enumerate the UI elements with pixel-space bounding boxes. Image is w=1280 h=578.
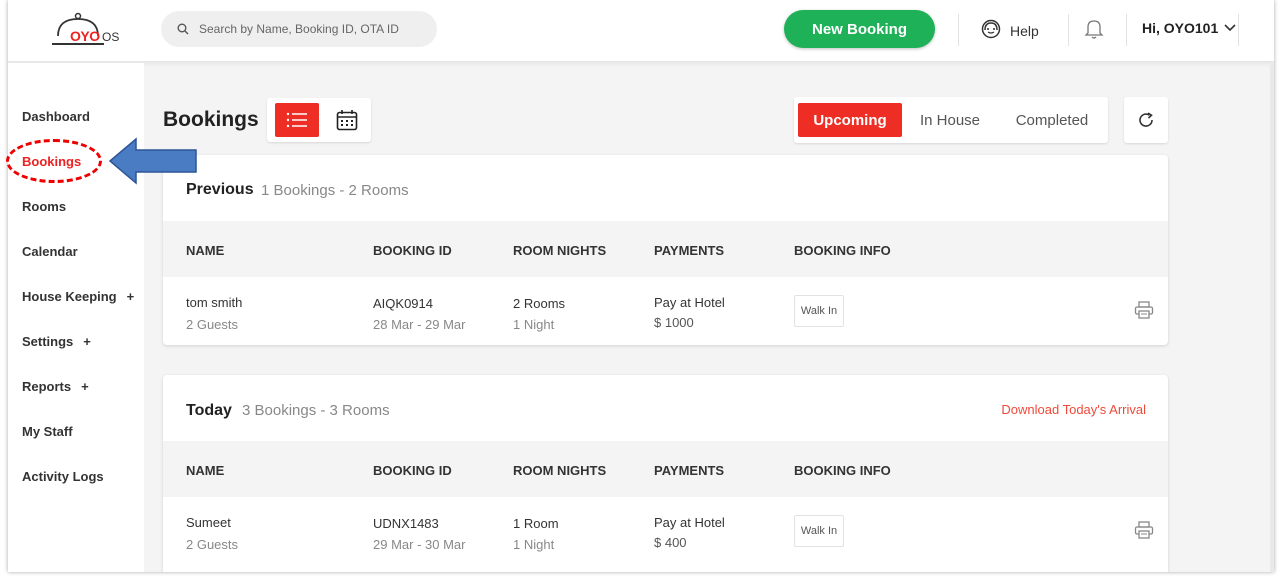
- top-header: OYO OS Search by Name, Booking ID, OTA I…: [8, 0, 1274, 62]
- payment-method: Pay at Hotel: [654, 295, 725, 310]
- section-header: Today 3 Bookings - 3 Rooms Download Toda…: [163, 375, 1168, 441]
- printer-icon[interactable]: [1134, 521, 1154, 539]
- sidebar-item-rooms[interactable]: Rooms: [22, 199, 66, 214]
- sidebar-item-my-staff[interactable]: My Staff: [22, 424, 73, 439]
- sidebar-item-dashboard[interactable]: Dashboard: [22, 109, 90, 124]
- divider: [1126, 14, 1127, 46]
- table-header: NAME BOOKING ID ROOM NIGHTS PAYMENTS BOO…: [163, 221, 1168, 277]
- guest-name: tom smith: [186, 295, 243, 310]
- stay-dates: 28 Mar - 29 Mar: [373, 317, 466, 332]
- guest-name: Sumeet: [186, 515, 231, 530]
- room-count: 1 Room: [513, 516, 559, 531]
- section-header: Previous 1 Bookings - 2 Rooms: [163, 155, 1168, 221]
- calendar-view-button[interactable]: [327, 103, 367, 137]
- column-room-nights: ROOM NIGHTS: [513, 463, 607, 478]
- pointer-arrow-icon: [108, 137, 197, 185]
- tab-in-house[interactable]: In House: [908, 103, 992, 137]
- divider: [1238, 14, 1239, 46]
- bookings-section-previous: Previous 1 Bookings - 2 Rooms NAME BOOKI…: [163, 155, 1168, 345]
- payment-amount: $ 1000: [654, 315, 694, 330]
- help-label: Help: [1010, 22, 1039, 39]
- tab-completed[interactable]: Completed: [1002, 103, 1102, 137]
- calendar-icon: [336, 110, 358, 131]
- download-todays-arrival-link[interactable]: Download Today's Arrival: [1001, 402, 1146, 417]
- column-booking-info: BOOKING INFO: [794, 243, 891, 258]
- user-greeting: Hi, OYO101: [1142, 20, 1219, 36]
- table-row[interactable]: Sumeet 2 Guests UDNX1483 29 Mar - 30 Mar…: [163, 497, 1168, 567]
- refresh-icon: [1139, 112, 1153, 127]
- user-menu[interactable]: Hi, OYO101: [1142, 20, 1236, 36]
- table-row[interactable]: tom smith 2 Guests AIQK0914 28 Mar - 29 …: [163, 277, 1168, 345]
- section-title: Today: [186, 402, 232, 419]
- sidebar-item-settings[interactable]: Settings +: [22, 334, 91, 349]
- divider: [958, 14, 959, 46]
- help-button[interactable]: Help: [980, 18, 1039, 40]
- refresh-button[interactable]: [1124, 97, 1168, 143]
- list-icon: [286, 112, 307, 128]
- search-icon: [177, 23, 189, 35]
- table-header: NAME BOOKING ID ROOM NIGHTS PAYMENTS BOO…: [163, 441, 1168, 497]
- highlight-ellipse: [6, 139, 102, 183]
- expand-plus-icon: +: [83, 334, 91, 349]
- support-headset-icon: [981, 19, 1001, 39]
- booking-tabs: Upcoming In House Completed: [794, 97, 1108, 143]
- notification-bell-icon[interactable]: [1084, 18, 1104, 40]
- search-input[interactable]: Search by Name, Booking ID, OTA ID: [161, 11, 437, 47]
- oyo-logo[interactable]: OYO OS: [48, 8, 124, 52]
- room-count: 2 Rooms: [513, 296, 566, 311]
- sidebar-item-reports[interactable]: Reports +: [22, 379, 89, 394]
- column-payments: PAYMENTS: [654, 243, 725, 258]
- night-count: 1 Night: [513, 537, 555, 552]
- divider: [1068, 14, 1069, 46]
- view-toggle: [267, 98, 371, 142]
- new-booking-button[interactable]: New Booking: [784, 10, 935, 48]
- sidebar-item-activity-logs[interactable]: Activity Logs: [22, 469, 104, 484]
- printer-icon[interactable]: [1134, 301, 1154, 319]
- night-count: 1 Night: [513, 317, 555, 332]
- app-window: OYO OS Search by Name, Booking ID, OTA I…: [8, 0, 1274, 572]
- tab-upcoming[interactable]: Upcoming: [798, 103, 902, 137]
- scrollbar-track[interactable]: [1270, 63, 1274, 572]
- guest-count: 2 Guests: [186, 317, 239, 332]
- section-summary: 1 Bookings - 2 Rooms: [261, 182, 409, 199]
- column-name: NAME: [186, 243, 225, 258]
- chevron-down-icon: [1224, 24, 1236, 32]
- expand-plus-icon: +: [126, 289, 135, 304]
- booking-source-badge: Walk In: [794, 515, 844, 547]
- booking-id: AIQK0914: [373, 296, 433, 311]
- search-placeholder: Search by Name, Booking ID, OTA ID: [199, 22, 399, 36]
- guest-count: 2 Guests: [186, 537, 239, 552]
- booking-source-badge: Walk In: [794, 295, 844, 327]
- column-room-nights: ROOM NIGHTS: [513, 243, 607, 258]
- column-booking-id: BOOKING ID: [373, 463, 452, 478]
- section-summary: 3 Bookings - 3 Rooms: [242, 402, 390, 419]
- expand-plus-icon: +: [81, 379, 89, 394]
- column-payments: PAYMENTS: [654, 463, 725, 478]
- bookings-section-today: Today 3 Bookings - 3 Rooms Download Toda…: [163, 375, 1168, 572]
- booking-id: UDNX1483: [373, 516, 439, 531]
- page-title: Bookings: [163, 108, 259, 131]
- payment-method: Pay at Hotel: [654, 515, 725, 530]
- payment-amount: $ 400: [654, 535, 687, 550]
- column-name: NAME: [186, 463, 225, 478]
- sidebar-item-calendar[interactable]: Calendar: [22, 244, 78, 259]
- list-view-button[interactable]: [275, 103, 319, 137]
- stay-dates: 29 Mar - 30 Mar: [373, 537, 466, 552]
- logo-os: OS: [102, 30, 120, 44]
- column-booking-id: BOOKING ID: [373, 243, 452, 258]
- column-booking-info: BOOKING INFO: [794, 463, 891, 478]
- logo-brand: OYO: [70, 28, 100, 44]
- sidebar-item-house-keeping[interactable]: House Keeping +: [22, 289, 134, 304]
